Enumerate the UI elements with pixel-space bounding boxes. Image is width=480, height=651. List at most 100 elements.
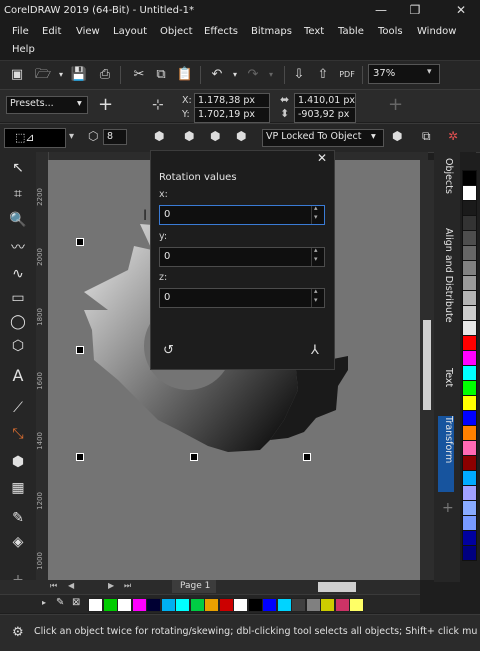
parallel-dimension-icon[interactable]: ⟋ (8, 398, 28, 418)
menu-help[interactable]: Help (12, 44, 35, 55)
palette-swatch[interactable] (305, 598, 321, 612)
transparency-tool-icon[interactable]: ▦ (8, 478, 28, 498)
reset-rotation-icon[interactable]: ↺ (163, 343, 174, 358)
y-rotation-spinner[interactable]: ▴ ▾ (311, 246, 324, 266)
first-page-icon[interactable]: ⏮ (50, 581, 57, 591)
close-button[interactable]: ✕ (452, 2, 470, 18)
palette-scroll-left-icon[interactable]: ▸ (42, 598, 46, 607)
copy-extrude-icon[interactable]: ⬢ (392, 129, 402, 143)
page-tab[interactable]: Page 1 (172, 580, 216, 593)
palette-swatch[interactable] (291, 598, 306, 612)
menu-object[interactable]: Object (160, 26, 193, 37)
docker-tab-transform[interactable]: Transform (438, 416, 454, 492)
palette-swatch[interactable] (462, 305, 477, 321)
redo-icon[interactable]: ↷ (244, 66, 262, 84)
chevron-down-icon[interactable]: ▾ (226, 66, 244, 84)
menu-layout[interactable]: Layout (113, 26, 147, 37)
clear-extrude-icon[interactable]: ⧉ (422, 129, 431, 144)
z-rotation-field[interactable]: 0 ▴ ▾ (159, 287, 325, 308)
y-rotation-field[interactable]: 0 ▴ ▾ (159, 246, 325, 267)
lighting-icon[interactable]: ⬢ (236, 129, 246, 143)
eyedropper-tool-icon[interactable]: ✎ (8, 508, 28, 528)
vanishing-point-dropdown[interactable]: VP Locked To Object ▾ (262, 129, 384, 147)
palette-swatch[interactable] (276, 598, 292, 612)
open-folder-icon[interactable]: 🗁 (34, 66, 52, 84)
undo-icon[interactable]: ↶ (208, 66, 226, 84)
rotation-mode-icon[interactable]: ⅄ (311, 343, 319, 358)
pick-tool-icon[interactable]: ↖ (8, 158, 28, 178)
palette-swatch[interactable] (334, 598, 350, 612)
cut-icon[interactable]: ✂ (130, 66, 148, 84)
docker-tab-objects[interactable]: Objects (438, 158, 454, 194)
freehand-tool-icon[interactable]: 〰 (8, 238, 28, 258)
save-icon[interactable]: 💾 (70, 66, 88, 84)
palette-swatch[interactable] (204, 598, 219, 612)
palette-swatch[interactable] (88, 598, 103, 612)
export-icon[interactable]: ⇧ (314, 66, 332, 84)
palette-swatch[interactable] (175, 598, 190, 612)
eyedropper-icon[interactable]: ✎ (56, 597, 64, 608)
color-icon[interactable]: ⬢ (184, 129, 194, 143)
palette-swatch[interactable] (320, 598, 335, 612)
palette-swatch[interactable] (462, 530, 477, 546)
restore-button[interactable]: ❐ (406, 2, 424, 18)
menu-window[interactable]: Window (417, 26, 456, 37)
scrollbar-thumb[interactable] (423, 320, 431, 410)
palette-swatch[interactable] (131, 598, 147, 612)
vertical-scrollbar[interactable] (420, 160, 434, 580)
selection-handle[interactable] (303, 453, 311, 461)
status-settings-icon[interactable]: ⚙ (12, 625, 24, 640)
previous-page-icon[interactable]: ◀ (68, 581, 74, 590)
palette-swatch[interactable] (462, 380, 477, 396)
palette-swatch[interactable] (462, 335, 477, 351)
selection-handle[interactable] (190, 453, 198, 461)
bevel-icon[interactable]: ⬢ (210, 129, 220, 143)
rectangle-tool-icon[interactable]: ▭ (8, 288, 28, 308)
last-page-icon[interactable]: ⏭ (124, 581, 131, 591)
palette-swatch[interactable] (462, 200, 477, 216)
polygon-tool-icon[interactable]: ⬡ (8, 336, 28, 356)
palette-swatch[interactable] (462, 275, 477, 291)
palette-swatch[interactable] (349, 598, 364, 612)
selection-handle[interactable] (76, 453, 84, 461)
add-docker-icon[interactable]: + (442, 500, 454, 516)
y-position-field[interactable]: 1.702,19 px (194, 107, 270, 123)
menu-text[interactable]: Text (304, 26, 324, 37)
palette-swatch[interactable] (462, 290, 477, 306)
height-field[interactable]: -903,92 px (294, 107, 356, 123)
palette-swatch[interactable] (462, 350, 477, 366)
menu-file[interactable]: File (12, 26, 29, 37)
crop-tool-icon[interactable]: ⌗ (8, 184, 28, 204)
paste-icon[interactable]: 📋 (176, 66, 194, 84)
zoom-level-select[interactable]: 37% ▾ (368, 64, 440, 84)
new-document-icon[interactable]: ▣ (8, 66, 26, 84)
docker-tab-text[interactable]: Text (438, 368, 454, 387)
palette-swatch[interactable] (160, 598, 176, 612)
palette-swatch[interactable] (462, 545, 477, 561)
menu-edit[interactable]: Edit (42, 26, 61, 37)
palette-swatch[interactable] (117, 598, 132, 612)
menu-view[interactable]: View (76, 26, 100, 37)
chevron-down-icon[interactable]: ▾ (262, 66, 280, 84)
palette-swatch[interactable] (462, 425, 477, 441)
add-icon[interactable]: + (388, 94, 403, 115)
menu-effects[interactable]: Effects (204, 26, 238, 37)
x-rotation-field[interactable]: 0 ▴ ▾ (159, 204, 325, 225)
extrude-type-icon[interactable]: ⬢ (154, 129, 164, 143)
import-icon[interactable]: ⇩ (290, 66, 308, 84)
palette-swatch[interactable] (218, 598, 234, 612)
zoom-tool-icon[interactable]: 🔍 (8, 210, 28, 230)
palette-swatch[interactable] (462, 485, 477, 501)
palette-swatch[interactable] (462, 260, 477, 276)
palette-swatch[interactable] (462, 230, 477, 246)
fill-tool-icon[interactable]: ◈ (8, 532, 28, 552)
print-icon[interactable]: ⎙ (96, 66, 114, 84)
palette-swatch[interactable] (462, 440, 477, 456)
copy-icon[interactable]: ⧉ (152, 66, 170, 84)
x-rotation-spinner[interactable]: ▴ ▾ (311, 204, 324, 224)
palette-swatch[interactable] (233, 598, 248, 612)
palette-swatch[interactable] (462, 170, 477, 186)
palette-swatch[interactable] (462, 410, 477, 426)
menu-table[interactable]: Table (338, 26, 364, 37)
palette-swatch[interactable] (462, 320, 477, 336)
